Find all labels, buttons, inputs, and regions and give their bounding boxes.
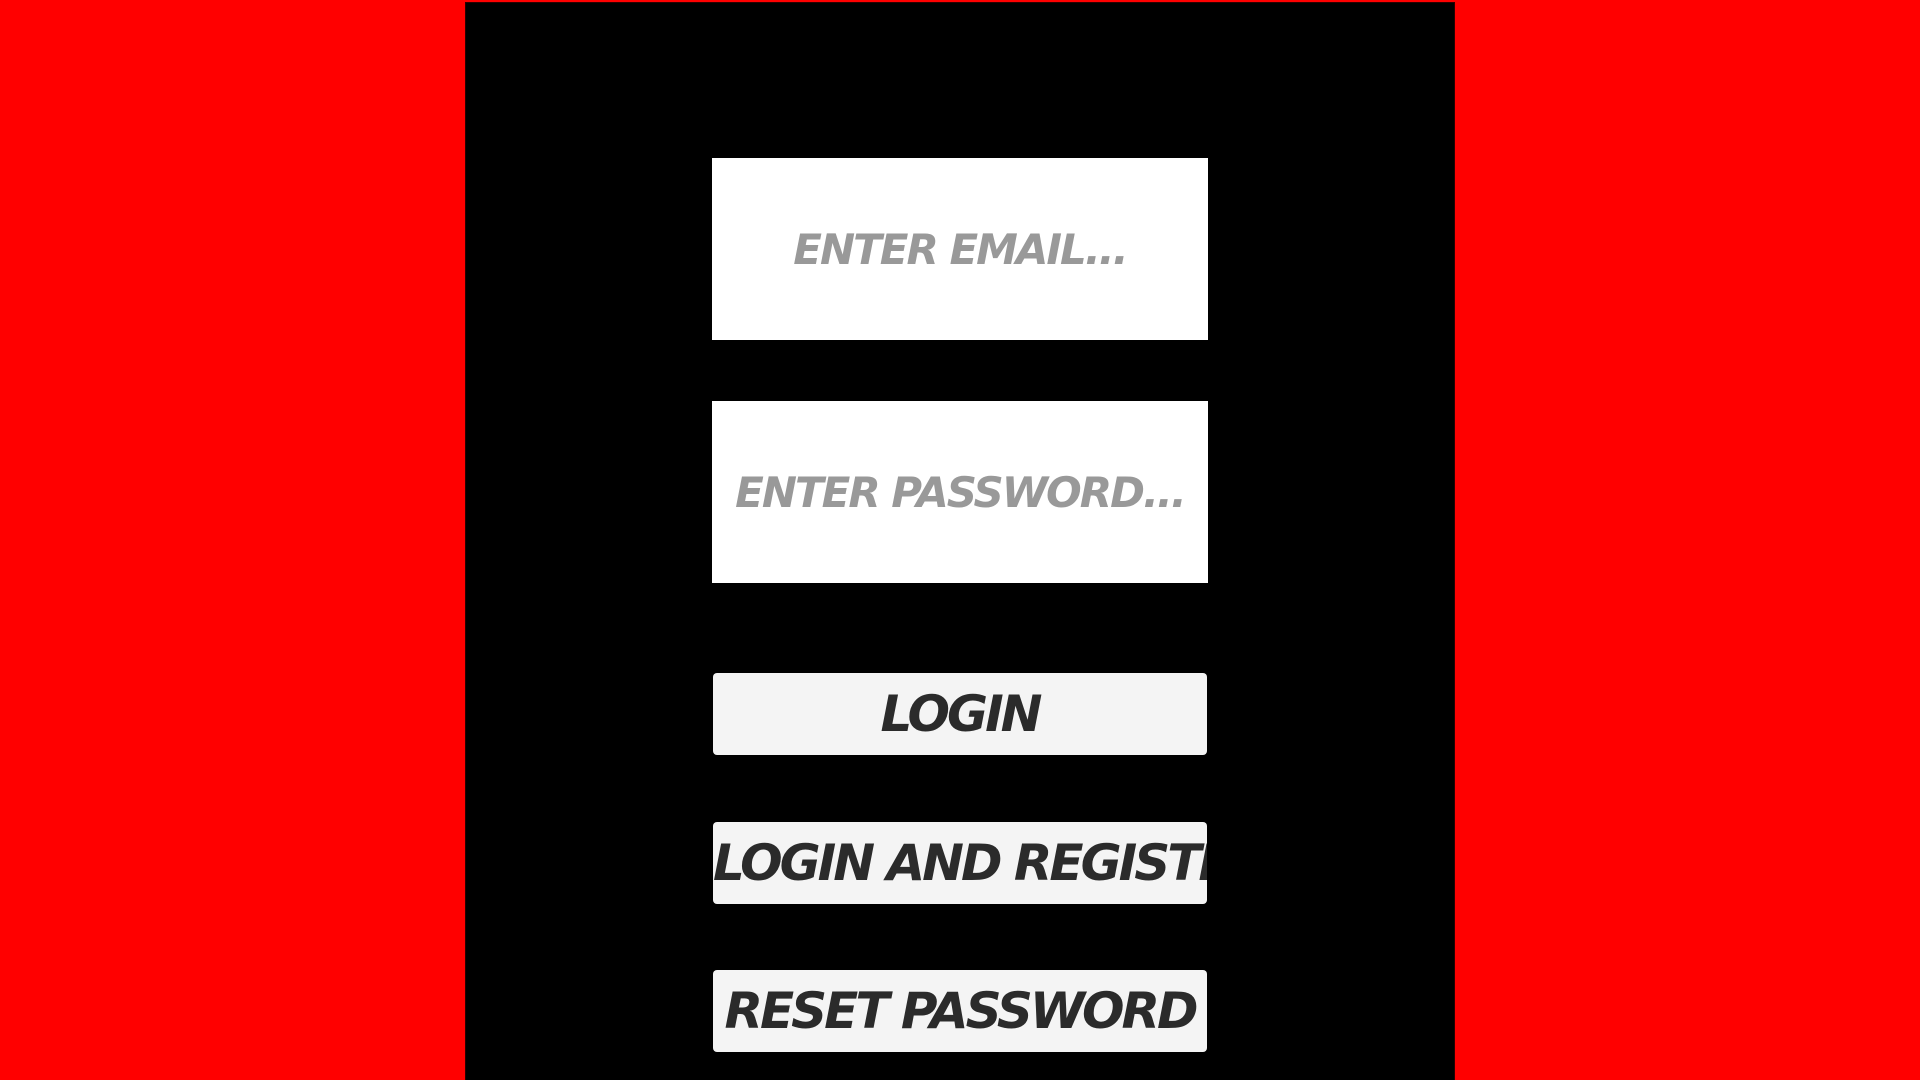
email-input[interactable]: [712, 158, 1208, 340]
login-button[interactable]: LOGIN: [713, 673, 1207, 755]
password-input[interactable]: [712, 401, 1208, 583]
reset-password-button[interactable]: RESET PASSWORD: [713, 970, 1207, 1052]
login-and-register-button[interactable]: LOGIN AND REGISTER: [713, 822, 1207, 904]
